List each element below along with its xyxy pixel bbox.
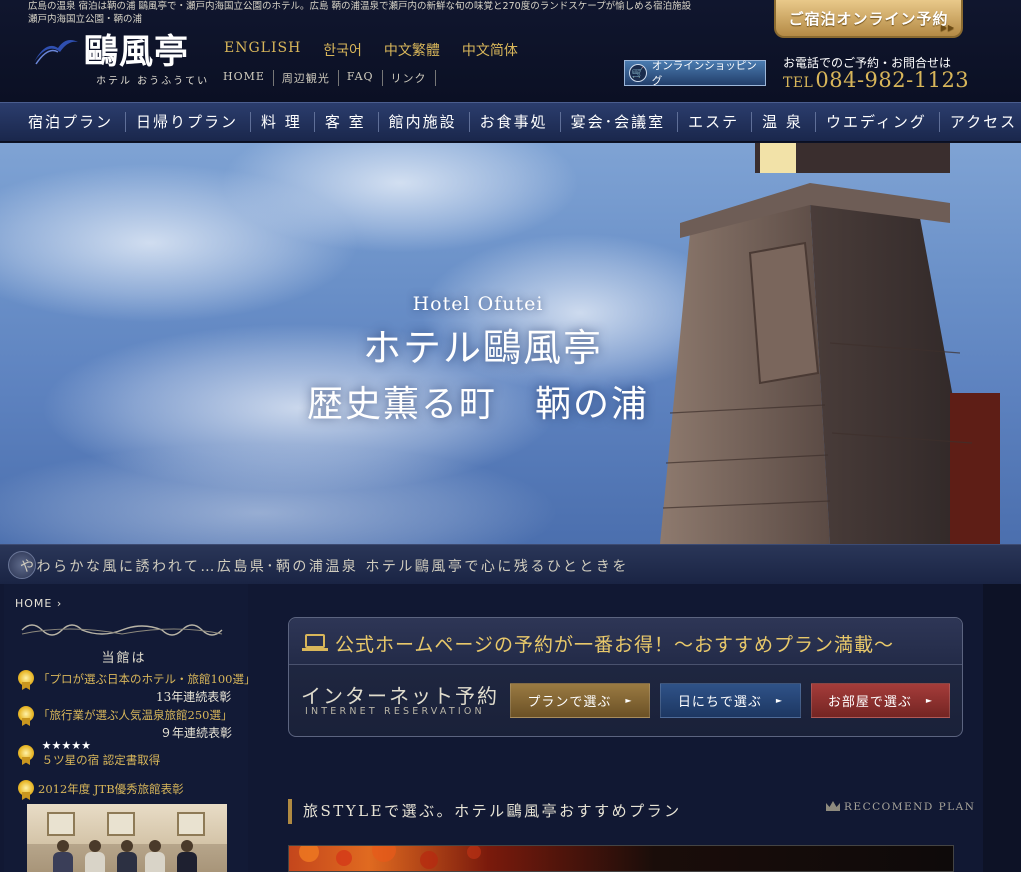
- award-title: 「プロが選ぶ日本のホテル・旅館100選」: [38, 672, 256, 686]
- tel-number[interactable]: TEL084-982-1123: [783, 68, 969, 92]
- arrow-right-icon: ►: [925, 696, 934, 705]
- header-description: 広島の温泉 宿泊は鞆の浦 鷗風亭で・瀬戸内海国立公園のホテル。広島 鞆の浦温泉で…: [28, 0, 691, 26]
- nav-facilities[interactable]: 館内施設: [379, 112, 470, 132]
- ornament-divider: [21, 624, 223, 636]
- chevron-right-icon: ›: [56, 597, 63, 610]
- nav-access[interactable]: アクセス: [940, 112, 1021, 132]
- links-link[interactable]: リンク: [391, 70, 436, 86]
- breadcrumb-home[interactable]: HOME: [15, 597, 52, 610]
- nav-stay-plan[interactable]: 宿泊プラン: [18, 112, 127, 132]
- sidebar-title: 当館は: [101, 651, 147, 666]
- header-description-line1: 広島の温泉 宿泊は鞆の浦 鷗風亭で・瀬戸内海国立公園のホテル。広島 鞆の浦温泉で…: [28, 1, 692, 12]
- lang-traditional-chinese-link[interactable]: 中文繁體: [384, 40, 440, 60]
- award-item: ★★★★★ ５ツ星の宿 認定書取得: [18, 740, 160, 768]
- nav-banquet[interactable]: 宴会･会議室: [561, 112, 679, 132]
- recommend-title-en: RECCOMEND PLAN: [826, 801, 975, 813]
- sightseeing-link[interactable]: 周辺観光: [282, 70, 339, 86]
- lang-korean-link[interactable]: 한국어: [323, 40, 362, 60]
- select-by-plan-button[interactable]: プランで選ぶ ►: [510, 683, 650, 718]
- award-item: 2012年度 JTB優秀旅館表彰: [18, 780, 184, 800]
- home-link[interactable]: HOME: [223, 70, 274, 86]
- site-header: 広島の温泉 宿泊は鞆の浦 鷗風亭で・瀬戸内海国立公園のホテル。広島 鞆の浦温泉で…: [0, 0, 1021, 102]
- medal-icon: [18, 745, 34, 765]
- nav-esthe[interactable]: エステ: [678, 112, 753, 132]
- seagull-logo-icon[interactable]: [32, 32, 80, 68]
- nav-cuisine[interactable]: 料 理: [251, 112, 315, 132]
- language-links: ENGLISH 한국어 中文繁體 中文简体: [224, 40, 540, 60]
- reservation-panel: 公式ホームページの予約が一番お得！～おすすめプラン満載～ インターネット予約 I…: [288, 617, 963, 737]
- cart-icon: 🛒: [629, 64, 647, 82]
- nav-day-plan[interactable]: 日帰りプラン: [126, 112, 252, 132]
- medal-icon: [18, 670, 34, 690]
- award-title: 2012年度 JTB優秀旅館表彰: [38, 782, 184, 796]
- select-by-date-label: 日にちで選ぶ: [677, 695, 762, 710]
- tagline-text: やわらかな風に誘われて…広島県･鞆の浦温泉 ホテル鷗風亭で心に残るひとときを: [20, 559, 629, 575]
- award-title: 「旅行業が選ぶ人気温泉旅館250選」: [38, 708, 233, 722]
- hero-banner: Hotel Ofutei ホテル鷗風亭 歴史薫る町 鞆の浦: [0, 143, 1021, 544]
- hero-text: Hotel Ofutei ホテル鷗風亭 歴史薫る町 鞆の浦: [0, 143, 1021, 544]
- arrow-right-icon: ►: [775, 696, 784, 705]
- award-sub: 13年連続表彰: [156, 690, 232, 704]
- award-title: ５ツ星の宿 認定書取得: [41, 753, 161, 767]
- select-by-plan-label: プランで選ぶ: [527, 695, 612, 710]
- award-item: 「プロが選ぶ日本のホテル・旅館100選」: [18, 670, 255, 690]
- crown-icon: [826, 801, 840, 811]
- recommend-title-en-text: RECCOMEND PLAN: [844, 801, 976, 813]
- nav-onsen[interactable]: 温 泉: [752, 112, 816, 132]
- award-sub: ９年連続表彰: [160, 726, 233, 740]
- recommend-plan-banner[interactable]: [288, 845, 954, 872]
- tel-digits: 084-982-1123: [815, 68, 970, 92]
- hero-title-en: Hotel Ofutei: [412, 293, 544, 315]
- arrow-right-icon: ►: [625, 696, 633, 705]
- reservation-header: 公式ホームページの予約が一番お得！～おすすめプラン満載～: [289, 618, 962, 665]
- double-arrow-icon: ▶▶: [940, 22, 955, 32]
- logo-sub: ホテル おうふうてい: [96, 76, 210, 87]
- online-shopping-button[interactable]: 🛒 オンラインショッピング: [624, 60, 766, 87]
- nav-wedding[interactable]: ウエディング: [816, 112, 940, 132]
- select-by-room-label: お部屋で選ぶ: [827, 695, 912, 710]
- utility-links: HOME 周辺観光 FAQ リンク: [223, 70, 444, 86]
- hero-title-jp: ホテル鷗風亭: [362, 326, 603, 370]
- nav-rooms[interactable]: 客 室: [315, 112, 379, 132]
- internet-reservation-title-en: INTERNET RESERVATION: [305, 706, 485, 717]
- tagline-bar: やわらかな風に誘われて…広島県･鞆の浦温泉 ホテル鷗風亭で心に残るひとときを: [0, 544, 1021, 584]
- faq-link[interactable]: FAQ: [347, 70, 383, 86]
- select-by-room-button[interactable]: お部屋で選ぶ ►: [811, 683, 950, 718]
- online-reservation-label: ご宿泊オンライン予約: [788, 9, 949, 28]
- medal-icon: [18, 706, 34, 726]
- autumn-leaves-image: [299, 846, 481, 869]
- lang-simplified-chinese-link[interactable]: 中文简体: [462, 40, 518, 60]
- medal-icon: [18, 780, 34, 800]
- online-reservation-button[interactable]: ご宿泊オンライン予約 ▶▶: [774, 0, 963, 38]
- lang-english-link[interactable]: ENGLISH: [224, 40, 301, 60]
- breadcrumb[interactable]: HOME ›: [15, 597, 62, 610]
- staff-photo: [27, 804, 227, 872]
- select-by-date-button[interactable]: 日にちで選ぶ ►: [660, 683, 801, 718]
- laptop-icon: [302, 634, 328, 651]
- reservation-header-text: 公式ホームページの予約が一番お得！～おすすめプラン満載～: [335, 634, 895, 656]
- page-margin: [983, 584, 1021, 872]
- main-nav: 宿泊プラン 日帰りプラン 料 理 客 室 館内施設 お食事処 宴会･会議室 エス…: [0, 102, 1021, 142]
- tel-prefix: TEL: [783, 75, 814, 91]
- hero-subtitle: 歴史薫る町 鞆の浦: [306, 384, 649, 425]
- nav-dining[interactable]: お食事処: [470, 112, 561, 132]
- online-shopping-label: オンラインショッピング: [651, 60, 757, 87]
- five-stars: ★★★★★: [41, 739, 91, 752]
- award-item: 「旅行業が選ぶ人気温泉旅館250選」: [18, 706, 232, 726]
- internet-reservation-title: インターネット予約: [301, 684, 499, 708]
- logo-name[interactable]: 鷗風亭: [84, 24, 189, 73]
- recommend-title: 旅STYLEで選ぶ。ホテル鷗風亭おすすめプラン: [288, 799, 682, 824]
